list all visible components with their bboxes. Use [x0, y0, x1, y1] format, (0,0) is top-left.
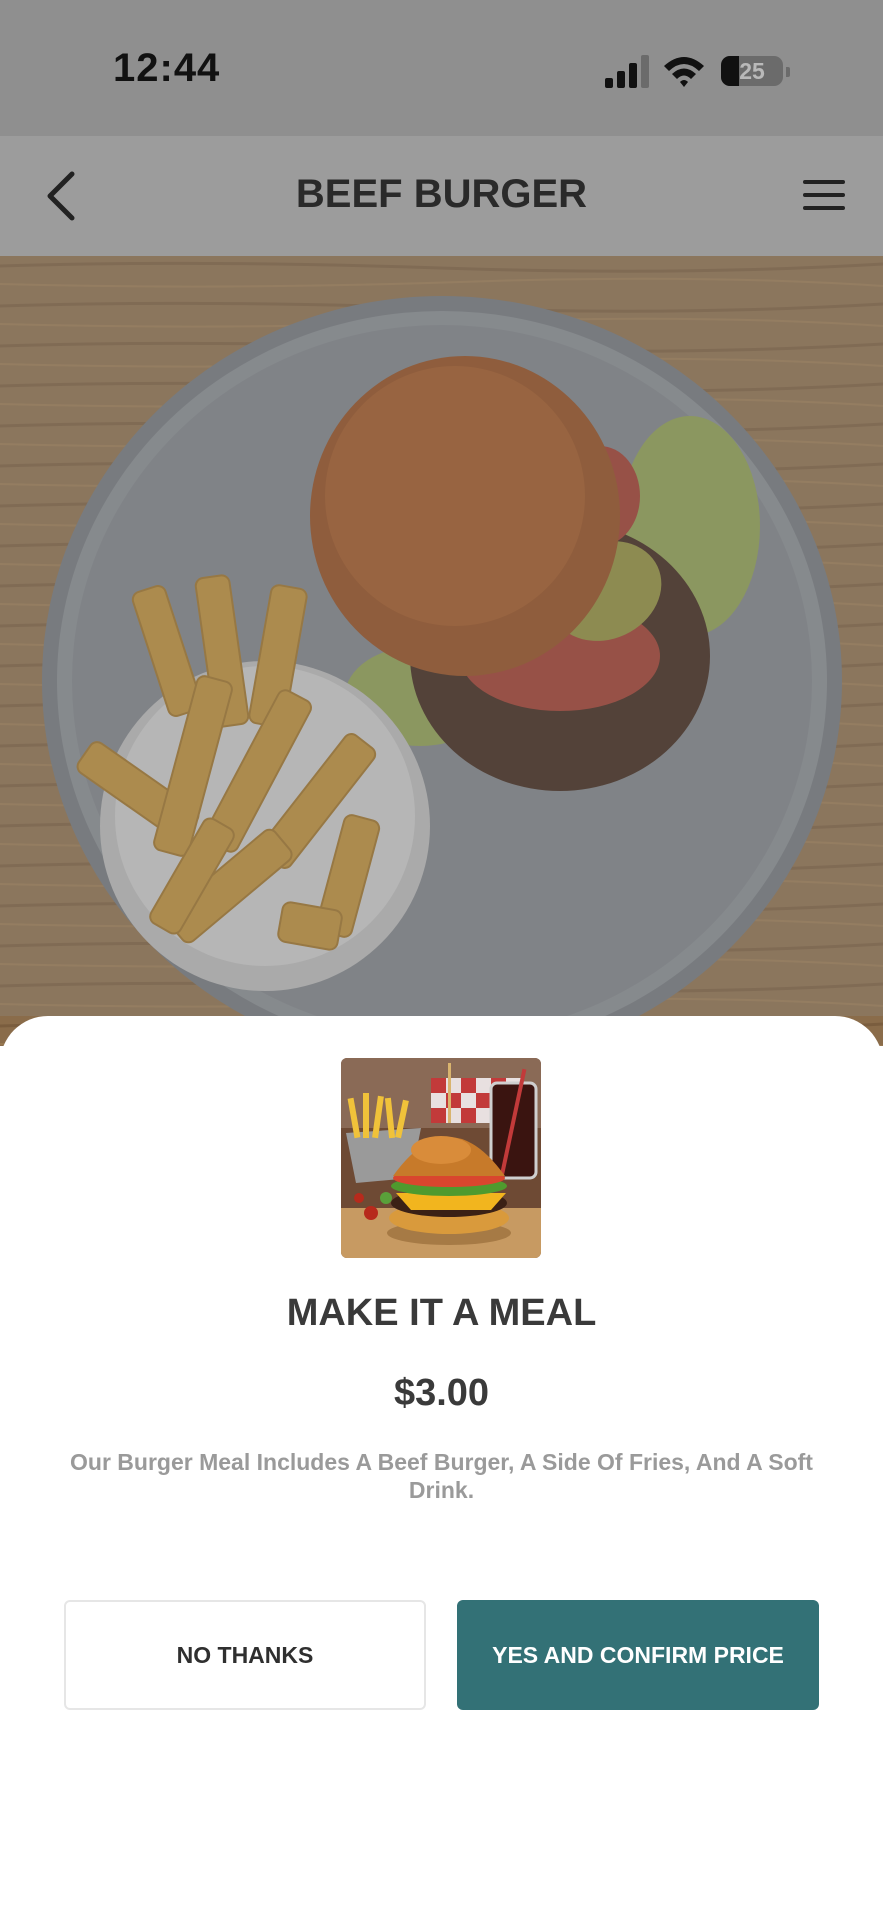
nav-bar: BEEF BURGER	[0, 136, 883, 256]
upsell-description: Our Burger Meal Includes A Beef Burger, …	[70, 1449, 813, 1503]
wifi-icon	[664, 57, 704, 87]
page-title: BEEF BURGER	[295, 172, 588, 216]
upsell-price: $3.00	[393, 1372, 490, 1414]
battery-icon: 25	[721, 56, 783, 86]
battery-level: 25	[739, 58, 765, 84]
confirm-meal-button[interactable]: YES AND CONFIRM PRICE	[457, 1600, 819, 1710]
burger-and-fries-photo	[0, 256, 883, 1046]
hamburger-menu-icon[interactable]	[801, 176, 847, 214]
signal-icon	[605, 55, 649, 88]
status-time: 12:44	[113, 46, 221, 90]
upsell-title: MAKE IT A MEAL	[286, 1292, 597, 1334]
burger-meal-photo	[341, 1058, 541, 1258]
status-icons: 25	[603, 52, 803, 92]
make-it-a-meal-sheet: MAKE IT A MEAL $3.00 Our Burger Meal Inc…	[0, 1016, 883, 1920]
status-bar: 12:44 25	[0, 0, 883, 136]
no-thanks-button[interactable]: NO THANKS	[64, 1600, 426, 1710]
